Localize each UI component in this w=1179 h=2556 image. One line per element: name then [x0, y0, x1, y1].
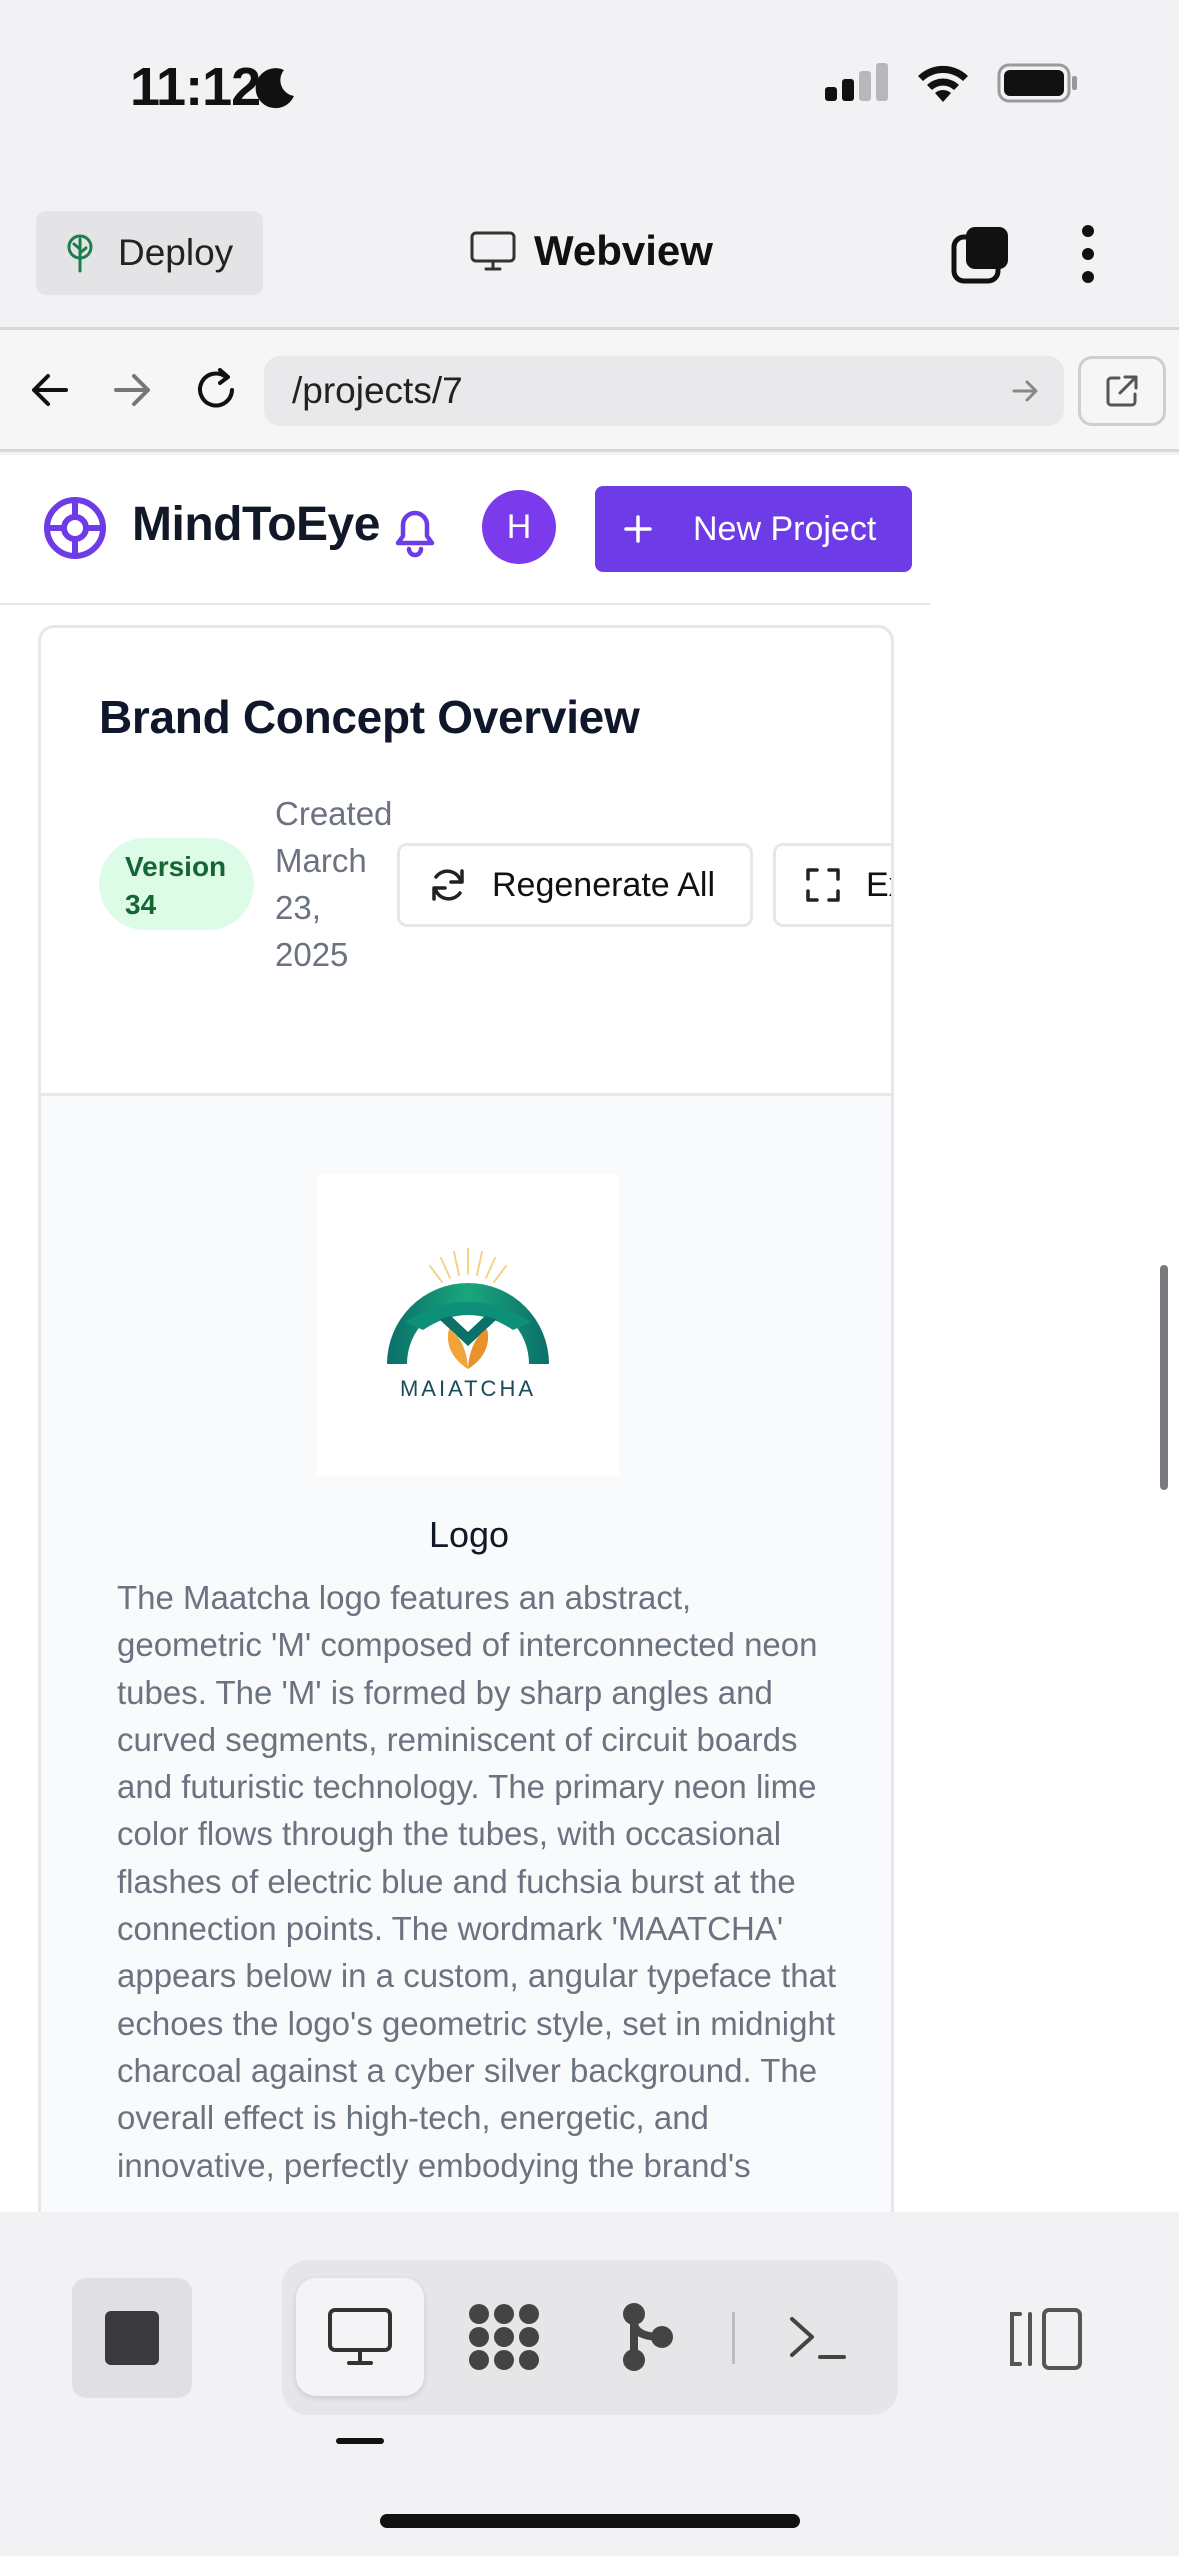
bottom-toolbar — [0, 2212, 1179, 2556]
created-line: 2025 — [275, 936, 349, 973]
avatar-initial: H — [506, 507, 532, 546]
version-badge-number: 34 — [125, 889, 157, 920]
reload-icon[interactable] — [186, 360, 246, 420]
git-tool-button[interactable] — [584, 2278, 712, 2396]
logo-asset-section: MAIATCHA Logo The Maatcha logo features … — [41, 1093, 891, 2212]
logo-image[interactable]: MAIATCHA — [317, 1174, 619, 1476]
battery-icon — [997, 63, 1077, 103]
card-title: Brand Concept Overview — [99, 691, 640, 743]
monitor-icon — [470, 231, 516, 271]
asset-description: The Maatcha logo features an abstract, g… — [117, 1579, 837, 2184]
status-time: 11:12 — [130, 57, 261, 117]
export-label: Export — [866, 865, 891, 904]
back-arrow-icon[interactable] — [20, 360, 80, 420]
fullscreen-icon — [806, 868, 840, 902]
tool-switcher — [282, 2260, 898, 2415]
webview-content: MindToEye H New Project Brand Concept Ov… — [0, 455, 1179, 2212]
refresh-icon — [432, 869, 464, 901]
asset-title: Logo — [428, 1514, 510, 1555]
created-line: March — [275, 842, 367, 879]
regenerate-all-label: Regenerate All — [492, 865, 716, 904]
open-external-button[interactable] — [1078, 356, 1166, 426]
app-top-bar: Deploy Webview — [0, 175, 1179, 330]
go-arrow-icon[interactable] — [1008, 374, 1042, 408]
created-line: 23, — [275, 889, 321, 926]
created-line: Created — [275, 795, 393, 832]
new-project-label: New Project — [693, 509, 877, 548]
cellular-signal-icon — [825, 63, 888, 101]
terminal-icon — [790, 2317, 846, 2359]
terminal-tool-button[interactable] — [754, 2278, 882, 2396]
brand-name[interactable]: MindToEye — [132, 497, 380, 552]
focus-moon-icon — [255, 68, 294, 109]
version-badge-label: Version — [125, 851, 227, 882]
active-tool-indicator — [336, 2438, 384, 2444]
webview-title: Webview — [470, 227, 713, 275]
deploy-label: Deploy — [118, 232, 234, 273]
external-link-icon — [1106, 375, 1138, 407]
webview-tool-button[interactable] — [296, 2278, 424, 2396]
status-bar: 11:12 — [0, 0, 1179, 175]
user-avatar[interactable]: H — [482, 490, 556, 564]
split-view-icon[interactable] — [1006, 2304, 1086, 2374]
stop-icon — [105, 2311, 159, 2365]
stop-button[interactable] — [72, 2278, 192, 2398]
blocks-icon — [469, 2304, 539, 2370]
wifi-icon — [918, 65, 968, 102]
monitor-icon — [328, 2308, 392, 2365]
apps-tool-button[interactable] — [440, 2278, 568, 2396]
more-vertical-icon[interactable] — [1070, 223, 1106, 285]
vertical-scrollbar[interactable] — [1160, 1265, 1168, 1490]
tool-separator — [732, 2312, 735, 2364]
url-text: /projects/7 — [292, 370, 463, 411]
export-button[interactable]: Export — [773, 843, 891, 927]
version-badge: Version 34 — [99, 838, 254, 930]
home-indicator[interactable] — [380, 2514, 800, 2528]
deploy-tree-icon — [67, 234, 93, 273]
created-date: Created March 23, 2025 — [275, 790, 395, 978]
deploy-button[interactable]: Deploy — [36, 211, 263, 295]
status-indicators — [825, 62, 1079, 104]
address-bar: /projects/7 — [0, 330, 1179, 452]
logo-wordmark: MAIATCHA — [400, 1376, 536, 1401]
plus-icon — [624, 515, 652, 543]
notification-bell-icon[interactable] — [388, 501, 442, 559]
webview-title-label: Webview — [534, 227, 713, 274]
brand-concept-card: Brand Concept Overview Version 34 Create… — [38, 625, 894, 2212]
url-input[interactable]: /projects/7 — [264, 356, 1064, 426]
web-page: MindToEye H New Project Brand Concept Ov… — [0, 455, 930, 2212]
tabs-icon[interactable] — [950, 223, 1012, 285]
site-header: MindToEye H New Project — [0, 455, 930, 605]
regenerate-all-button[interactable]: Regenerate All — [397, 843, 753, 927]
git-branch-icon — [623, 2303, 673, 2371]
new-project-button[interactable]: New Project — [595, 486, 912, 572]
brand-logo-icon[interactable] — [42, 495, 108, 561]
maiatcha-logo: MAIATCHA — [387, 1248, 549, 1401]
forward-arrow-icon[interactable] — [102, 360, 162, 420]
